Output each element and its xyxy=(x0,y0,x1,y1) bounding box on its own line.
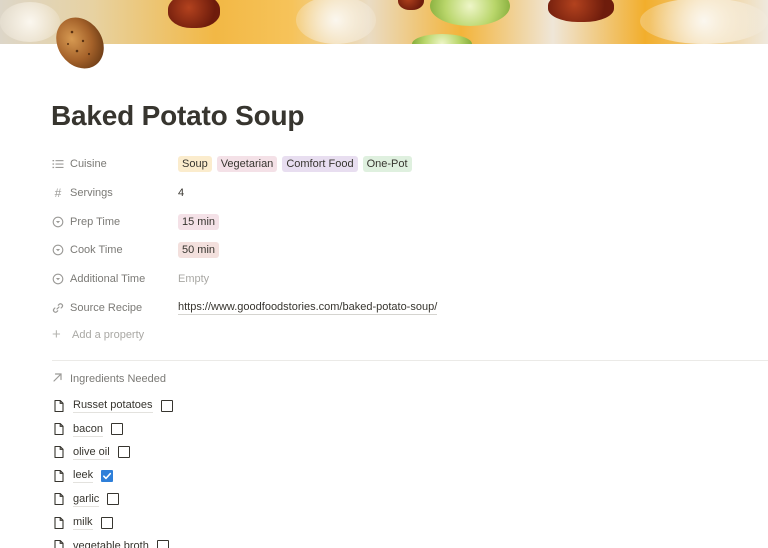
property-cook-time[interactable]: Cook Time 50 min xyxy=(52,236,768,265)
ingredients-list: Russet potatoes bacon olive oil leek gar… xyxy=(52,394,173,548)
ingredient-label[interactable]: Russet potatoes xyxy=(73,398,153,414)
select-icon xyxy=(52,244,64,256)
plus-icon: + xyxy=(52,326,61,344)
tag-soup[interactable]: Soup xyxy=(178,156,212,173)
potato-icon[interactable] xyxy=(52,14,108,70)
ingredient-label[interactable]: vegetable broth xyxy=(73,539,149,548)
tag-comfort-food[interactable]: Comfort Food xyxy=(282,156,358,173)
property-additional-time[interactable]: Additional Time Empty xyxy=(52,265,768,294)
ingredient-checkbox[interactable] xyxy=(107,493,120,506)
document-icon xyxy=(52,399,66,413)
link-icon xyxy=(52,302,64,314)
ingredient-checkbox[interactable] xyxy=(156,540,169,548)
tag-one-pot[interactable]: One-Pot xyxy=(362,156,412,173)
document-icon xyxy=(52,422,66,436)
tag-vegetarian[interactable]: Vegetarian xyxy=(216,156,278,173)
document-icon xyxy=(52,492,66,506)
ingredient-vegetable-broth[interactable]: vegetable broth xyxy=(52,534,173,548)
cover-image[interactable] xyxy=(0,0,768,44)
cuisine-tags[interactable]: Soup Vegetarian Comfort Food One-Pot xyxy=(178,156,412,173)
ingredient-label[interactable]: olive oil xyxy=(73,445,110,460)
cook-time-tag[interactable]: 50 min xyxy=(178,242,220,259)
arrow-up-right-icon xyxy=(52,372,64,386)
document-icon xyxy=(52,539,66,548)
prep-time-tag[interactable]: 15 min xyxy=(178,213,220,230)
property-label: Additional Time xyxy=(70,273,146,286)
ingredient-bacon[interactable]: bacon xyxy=(52,417,173,440)
ingredients-heading[interactable]: Ingredients Needed xyxy=(52,370,166,388)
add-property-button[interactable]: + Add a property xyxy=(52,321,768,349)
ingredient-checkbox[interactable] xyxy=(160,399,173,412)
property-label: Source Recipe xyxy=(70,301,143,314)
ingredient-label[interactable]: garlic xyxy=(73,492,100,507)
ingredient-checkbox[interactable] xyxy=(110,423,123,436)
property-label: Cook Time xyxy=(70,244,123,257)
page-title[interactable]: Baked Potato Soup xyxy=(51,100,304,132)
ingredient-label[interactable]: milk xyxy=(73,515,93,531)
additional-time-value[interactable]: Empty xyxy=(178,273,209,285)
ingredient-checkbox[interactable] xyxy=(101,469,114,482)
divider xyxy=(52,360,768,361)
property-prep-time[interactable]: Prep Time 15 min xyxy=(52,207,768,236)
ingredient-leek[interactable]: leek xyxy=(52,464,173,487)
document-icon xyxy=(52,469,66,483)
property-servings[interactable]: # Servings 4 xyxy=(52,179,768,208)
add-property-label: Add a property xyxy=(72,329,145,342)
ingredient-russet-potatoes[interactable]: Russet potatoes xyxy=(52,394,173,417)
property-label: Servings xyxy=(70,187,113,200)
ingredient-checkbox[interactable] xyxy=(100,516,113,529)
properties-panel: Cuisine Soup Vegetarian Comfort Food One… xyxy=(52,150,768,349)
ingredient-garlic[interactable]: garlic xyxy=(52,488,173,511)
property-label: Cuisine xyxy=(70,158,107,171)
ingredient-label[interactable]: leek xyxy=(73,468,94,484)
select-icon xyxy=(52,273,64,285)
ingredient-milk[interactable]: milk xyxy=(52,511,173,534)
ingredient-checkbox[interactable] xyxy=(117,446,130,459)
servings-value[interactable]: 4 xyxy=(178,187,184,199)
hash-icon: # xyxy=(54,186,62,201)
property-cuisine[interactable]: Cuisine Soup Vegetarian Comfort Food One… xyxy=(52,150,768,179)
ingredient-olive-oil[interactable]: olive oil xyxy=(52,441,173,464)
source-recipe-link[interactable]: https://www.goodfoodstories.com/baked-po… xyxy=(178,300,438,316)
document-icon xyxy=(52,516,66,530)
property-label: Prep Time xyxy=(70,215,121,228)
ingredients-heading-label: Ingredients Needed xyxy=(70,373,167,385)
ingredient-label[interactable]: bacon xyxy=(73,422,103,437)
document-icon xyxy=(52,445,66,459)
select-icon xyxy=(52,216,64,228)
list-icon xyxy=(52,158,64,170)
property-source-recipe[interactable]: Source Recipe https://www.goodfoodstorie… xyxy=(52,293,768,322)
